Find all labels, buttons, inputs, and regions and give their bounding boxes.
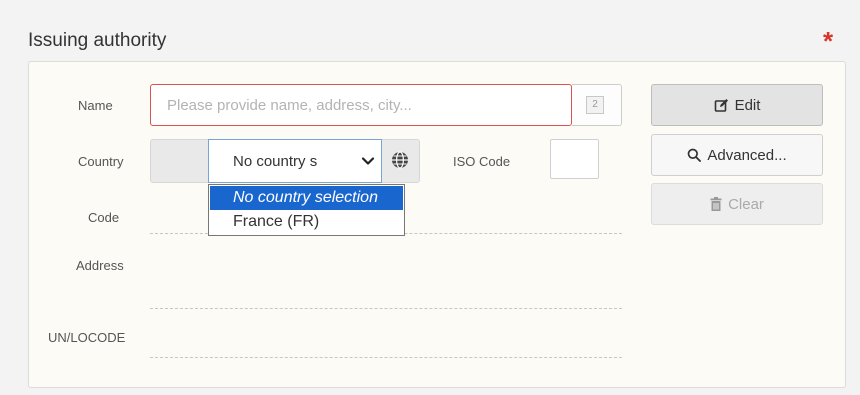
- required-indicator: *: [823, 26, 834, 56]
- dropdown-option-no-country[interactable]: No country selection: [210, 186, 403, 210]
- edit-button[interactable]: Edit: [651, 84, 823, 126]
- advanced-button[interactable]: Advanced...: [651, 134, 823, 176]
- country-select-value: No country s: [233, 153, 318, 170]
- name-counter-badge: 2: [586, 96, 604, 114]
- clear-button-label: Clear: [728, 195, 764, 213]
- edit-icon: [714, 98, 728, 112]
- section-title: Issuing authority: [28, 30, 167, 51]
- edit-button-label: Edit: [734, 96, 761, 114]
- address-value-underline: [150, 308, 622, 309]
- unlocode-value-underline: [150, 357, 622, 358]
- name-counter-addon: 2: [572, 84, 622, 126]
- clear-button[interactable]: Clear: [651, 183, 823, 225]
- code-label: Code: [88, 210, 120, 225]
- chevron-down-icon: [361, 157, 375, 165]
- globe-icon[interactable]: [390, 150, 410, 170]
- country-select[interactable]: No country s: [208, 139, 382, 183]
- iso-code-field[interactable]: [550, 139, 599, 179]
- advanced-button-label: Advanced...: [707, 146, 787, 164]
- country-label: Country: [78, 154, 124, 169]
- trash-icon: [710, 197, 722, 211]
- name-input[interactable]: [150, 84, 572, 126]
- address-label: Address: [76, 258, 124, 273]
- name-label: Name: [78, 98, 113, 113]
- search-icon: [688, 148, 702, 162]
- dropdown-option-france[interactable]: France (FR): [210, 210, 403, 234]
- iso-code-label: ISO Code: [453, 154, 511, 169]
- unlocode-label: UN/LOCODE: [48, 330, 126, 345]
- country-dropdown-list: No country selection France (FR): [208, 184, 405, 236]
